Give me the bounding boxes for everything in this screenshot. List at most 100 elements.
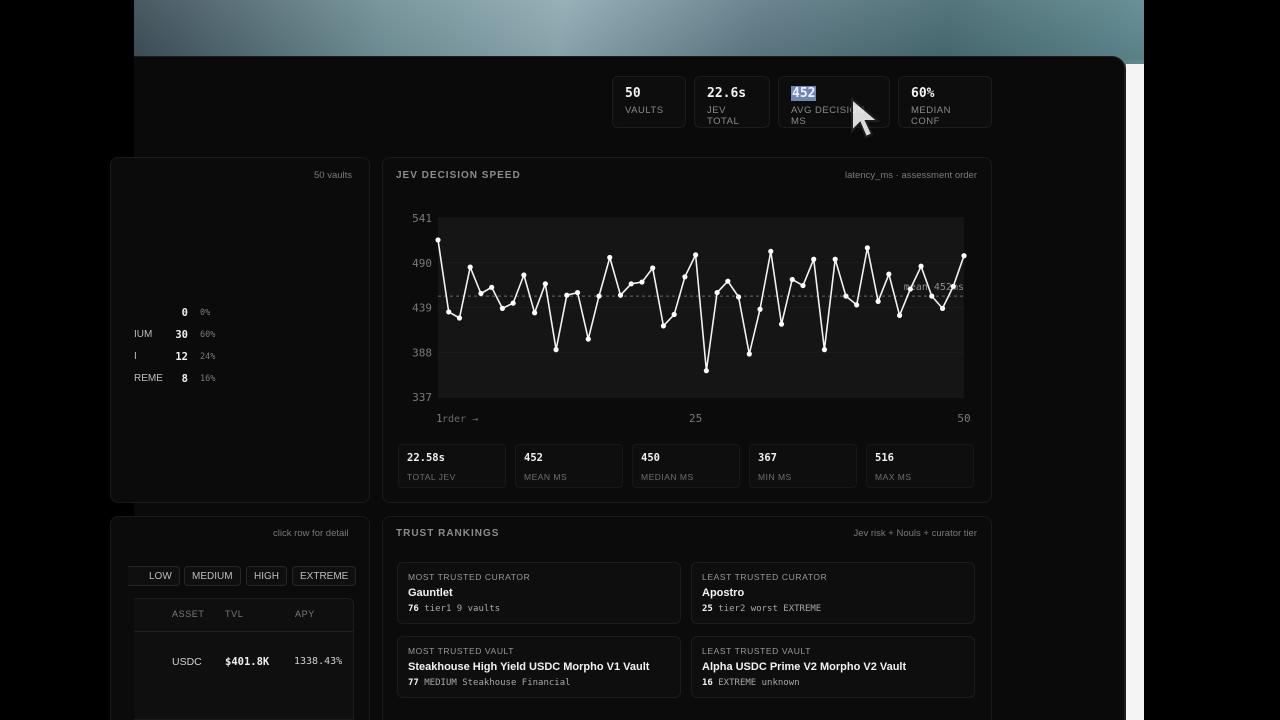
card-score: 16 [702,678,713,688]
most-trusted-vault-card[interactable]: MOST TRUSTED VAULT Steakhouse High Yield… [397,636,681,698]
filter-extreme[interactable]: EXTREME [292,566,357,586]
data-point [628,281,634,287]
data-point [607,254,613,261]
summary-min: 367 MIN MS [749,444,857,488]
decision-speed-chart: 54149043938833725 501 rder →mean 452ms [412,212,971,425]
risk-pct: 16% [200,374,216,384]
risk-count: 0 [181,307,188,319]
card-kind: LEAST TRUSTED VAULT [702,646,812,656]
summary-value: 516 [875,452,894,464]
card-kind: MOST TRUSTED CURATOR [408,572,531,582]
data-point [854,302,860,308]
data-point [907,286,913,292]
most-trusted-curator-card[interactable]: MOST TRUSTED CURATOR Gauntlet 76 tier1 9… [397,562,681,624]
data-point [510,300,516,306]
data-point [811,256,817,262]
column-tvl[interactable]: TVL [225,609,243,619]
risk-count: 8 [181,373,188,385]
data-point [499,305,506,311]
least-trusted-curator-card[interactable]: LEAST TRUSTED CURATOR Apostro 25 tier2 w… [691,562,975,624]
data-point [693,252,699,258]
trust-panel-note: Jev risk + Nouls + curator tier [853,528,977,539]
card-meta: tier2 worst EXTREME [718,604,822,614]
summary-label: MAX MS [875,472,912,482]
summary-total-jev: 22.58s TOTAL JEV [398,444,506,488]
card-score: 76 [408,604,419,614]
least-trusted-vault-card[interactable]: LEAST TRUSTED VAULT Alpha USDC Prime V2 … [691,636,975,698]
data-point [446,309,452,315]
card-name: Steakhouse High Yield USDC Morpho V1 Vau… [408,661,650,673]
x-axis-label: rder → [442,414,478,425]
stat-label: MEDIAN CONF [911,105,951,127]
risk-row: I 12 24% [134,351,234,367]
summary-value: 450 [641,452,660,464]
y-tick-label: 490 [412,257,432,270]
data-point [778,321,785,327]
row-apy: 1338.43% [294,656,343,667]
data-point [564,292,570,298]
summary-value: 452 [524,452,543,464]
stat-value-selected[interactable]: 452 [791,86,817,101]
data-point [585,336,591,342]
data-point [864,245,870,251]
data-point [714,289,720,296]
summary-label: MEDIAN MS [641,472,694,482]
card-meta: MEDIUM Steakhouse Financial [424,678,571,688]
card-score: 25 [702,604,713,614]
card-meta: tier1 9 vaults [424,604,501,614]
table-row[interactable]: USDC $401.8K 1338.43% [134,640,353,682]
data-point [617,292,624,298]
card-name: Alpha USDC Prime V2 Morpho V2 Vault [702,661,907,673]
data-point [843,293,849,299]
data-point [639,279,645,285]
risk-row: 0 0% [134,307,234,323]
data-point [918,263,924,269]
data-point [789,276,795,283]
data-point [532,310,538,316]
data-point [929,293,935,299]
card-name: Gauntlet [408,587,453,599]
data-point [768,248,774,254]
column-apy[interactable]: APY [295,609,315,619]
risk-pct: 60% [200,330,216,340]
risk-count: 30 [175,329,188,341]
stat-jev-total: 22.6s JEV TOTAL [694,76,770,128]
card-meta: EXTREME unknown [718,678,800,688]
summary-max: 516 MAX MS [866,444,974,488]
window-frame-edge [1126,64,1144,720]
data-point [660,323,667,329]
speed-panel-note: latency_ms · assessment order [845,170,977,181]
y-tick-label: 337 [412,391,432,404]
data-point [456,315,463,321]
filter-high[interactable]: HIGH [246,566,287,586]
data-point [596,293,602,299]
filter-low[interactable]: LOW [128,566,180,586]
summary-label: MIN MS [758,472,792,482]
risk-row: IUM 30 60% [134,329,234,345]
column-asset[interactable]: ASSET [172,609,205,619]
data-point [682,274,688,280]
data-point [896,312,903,318]
risk-row: REME 8 16% [134,373,234,389]
y-tick-label: 439 [412,302,432,315]
trust-panel-title: TRUST RANKINGS [396,528,500,539]
table-header-divider [134,631,353,632]
x-tick-label: 25 [689,412,702,425]
data-point [886,271,892,277]
x-tick-label: 50 [957,412,970,425]
row-tvl: $401.8K [225,656,270,668]
card-kind: MOST TRUSTED VAULT [408,646,515,656]
data-point [650,265,656,271]
stat-vaults: 50 VAULTS [612,76,686,128]
data-point [939,305,946,311]
speed-panel-title: JEV DECISION SPEED [396,170,521,181]
filter-medium[interactable]: MEDIUM [184,566,241,586]
data-point [553,347,559,353]
data-point [821,347,828,353]
summary-mean: 452 MEAN MS [515,444,623,488]
stat-value: 50 [625,86,641,101]
data-point [467,264,473,270]
y-tick-label: 388 [412,346,432,359]
y-tick-label: 541 [412,212,432,225]
card-score: 77 [408,678,419,688]
